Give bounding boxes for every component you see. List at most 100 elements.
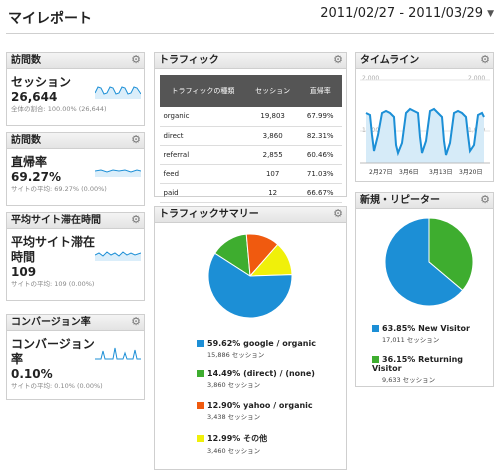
gear-icon[interactable]: ⚙ xyxy=(480,194,490,206)
page-title: マイレポート xyxy=(8,11,92,27)
widget-header: トラフィックサマリー ⚙ xyxy=(155,207,346,223)
legend-item: 59.62% google / organic 15,886 セッション xyxy=(197,339,316,359)
table-row: paid 12 66.67% xyxy=(159,183,342,203)
legend-item: 63.85% New Visitor 17,011 セッション xyxy=(372,324,470,344)
legend-sub: 3,460 セッション xyxy=(207,447,261,455)
cell-source[interactable]: direct xyxy=(159,126,247,146)
legend-item: 36.15% Returning Visitor 9,633 セッション xyxy=(372,355,493,384)
metric-value: 26,644 xyxy=(11,90,58,104)
gear-icon[interactable]: ⚙ xyxy=(131,134,141,146)
legend-swatch xyxy=(372,325,379,332)
legend-sub: 3,438 セッション xyxy=(207,413,261,421)
chevron-down-icon: ▼ xyxy=(487,8,494,19)
cell-sessions: 107 xyxy=(246,164,299,184)
cell-bounce: 60.46% xyxy=(298,145,342,165)
cell-source[interactable]: feed xyxy=(159,164,247,184)
header-divider xyxy=(6,33,494,34)
legend-label[interactable]: 36.15% Returning Visitor xyxy=(372,355,463,373)
gear-icon[interactable]: ⚙ xyxy=(333,54,343,66)
metric-label-line2: 率 xyxy=(11,352,24,366)
metric-label-line1: コンバージョン xyxy=(11,337,95,351)
table-row: organic 19,803 67.99% xyxy=(159,107,342,127)
column-header[interactable]: トラフィックの種類 xyxy=(159,75,247,107)
legend-item: 14.49% (direct) / (none) 3,860 セッション xyxy=(197,369,315,389)
table-row: referral 2,855 60.46% xyxy=(159,145,342,165)
metric-label-line1: 平均サイト滞在 xyxy=(11,235,96,249)
gear-icon[interactable]: ⚙ xyxy=(131,214,141,226)
traffic-summary-pie-chart xyxy=(207,233,293,319)
visits-sparkline xyxy=(95,86,141,99)
legend-label[interactable]: 12.99% その他 xyxy=(207,434,267,443)
widget-title: コンバージョン率 xyxy=(11,317,91,328)
cell-sessions: 3,860 xyxy=(246,126,299,146)
cell-sessions: 12 xyxy=(246,183,299,203)
legend-swatch xyxy=(197,340,204,347)
cell-source[interactable]: paid xyxy=(159,183,247,203)
legend-sub: 9,633 セッション xyxy=(382,376,436,384)
legend-label[interactable]: 14.49% (direct) / (none) xyxy=(207,369,315,378)
widget-traffic-summary: トラフィックサマリー ⚙ 59.62% google / organic 15,… xyxy=(154,206,347,470)
new-vs-returning-pie-chart xyxy=(384,217,474,307)
cell-bounce: 67.99% xyxy=(298,107,342,127)
gear-icon[interactable]: ⚙ xyxy=(333,208,343,220)
column-header[interactable]: 直帰率 xyxy=(298,75,342,107)
gear-icon[interactable]: ⚙ xyxy=(131,54,141,66)
widget-header: コンバージョン率 ⚙ xyxy=(7,315,144,331)
legend-swatch xyxy=(372,356,379,363)
x-axis-label: 3月13日 xyxy=(429,169,453,176)
widget-header: 新規・リピーター ⚙ xyxy=(356,193,493,209)
avg-time-sparkline xyxy=(95,251,141,261)
widget-title: 新規・リピーター xyxy=(360,195,440,206)
legend-sub: 17,011 セッション xyxy=(382,336,440,344)
legend-item: 12.90% yahoo / organic 3,438 セッション xyxy=(197,401,313,421)
metric-sub: サイトの平均: 109 (0.00%) xyxy=(11,280,95,288)
widget-title: 訪問数 xyxy=(11,135,41,146)
widget-traffic: トラフィック ⚙ トラフィックの種類 セッション 直帰率 organic 19,… xyxy=(154,52,347,203)
legend-sub: 15,886 セッション xyxy=(207,351,265,359)
widget-header: トラフィック ⚙ xyxy=(155,53,346,69)
table-row: feed 107 71.03% xyxy=(159,164,342,184)
date-range-text: 2011/02/27 - 2011/03/29 xyxy=(320,6,484,21)
widget-timeline: タイムライン ⚙ 2,000 2,000 1,000 1,000 2月27日 3… xyxy=(355,52,494,182)
legend-swatch xyxy=(197,435,204,442)
widget-header: タイムライン ⚙ xyxy=(356,53,493,69)
cell-source[interactable]: referral xyxy=(159,145,247,165)
gear-icon[interactable]: ⚙ xyxy=(480,54,490,66)
gear-icon[interactable]: ⚙ xyxy=(131,316,141,328)
timeline-line-chart xyxy=(360,79,490,164)
legend-label[interactable]: 63.85% New Visitor xyxy=(382,324,470,333)
widget-title: 平均サイト滞在時間 xyxy=(11,215,101,226)
legend-sub: 3,860 セッション xyxy=(207,381,261,389)
cell-bounce: 82.31% xyxy=(298,126,342,146)
metric-sub: サイトの平均: 0.10% (0.00%) xyxy=(11,382,103,390)
widget-title: トラフィックサマリー xyxy=(159,209,259,220)
x-axis-label: 3月20日 xyxy=(459,169,483,176)
widget-header: 訪問数 ⚙ xyxy=(7,133,144,149)
widget-title: タイムライン xyxy=(360,55,420,66)
metric-sub: サイトの平均: 69.27% (0.00%) xyxy=(11,185,107,193)
cell-source[interactable]: organic xyxy=(159,107,247,127)
date-range-selector[interactable]: 2011/02/27 - 2011/03/29 ▼ xyxy=(320,6,494,21)
legend-item: 12.99% その他 3,460 セッション xyxy=(197,433,267,455)
legend-label[interactable]: 12.90% yahoo / organic xyxy=(207,401,313,410)
cell-bounce: 66.67% xyxy=(298,183,342,203)
widget-new-vs-returning: 新規・リピーター ⚙ 63.85% New Visitor 17,011 セッシ… xyxy=(355,192,494,387)
metric-value: 109 xyxy=(11,265,37,279)
metric-value: 0.10% xyxy=(11,367,53,381)
legend-label[interactable]: 59.62% google / organic xyxy=(207,339,316,348)
widget-visits: 訪問数 ⚙ セッション 26,644 全体の割合: 100.00% (26,64… xyxy=(6,52,145,126)
legend-swatch xyxy=(197,370,204,377)
metric-sub: 全体の割合: 100.00% (26,644) xyxy=(11,105,107,113)
metric-value: 69.27% xyxy=(11,170,61,184)
legend-swatch xyxy=(197,402,204,409)
cell-bounce: 71.03% xyxy=(298,164,342,184)
column-header[interactable]: セッション xyxy=(246,75,299,107)
table-header-row: トラフィックの種類 セッション 直帰率 xyxy=(159,75,342,107)
x-axis-label: 2月27日 xyxy=(369,169,393,176)
widget-title: トラフィック xyxy=(159,55,219,66)
metric-label-line2: 時間 xyxy=(11,250,36,264)
table-row: direct 3,860 82.31% xyxy=(159,126,342,146)
widget-avg-time-on-site: 平均サイト滞在時間 ⚙ 平均サイト滞在 時間 109 サイトの平均: 109 (… xyxy=(6,212,145,301)
cell-sessions: 19,803 xyxy=(246,107,299,127)
widget-header: 訪問数 ⚙ xyxy=(7,53,144,69)
